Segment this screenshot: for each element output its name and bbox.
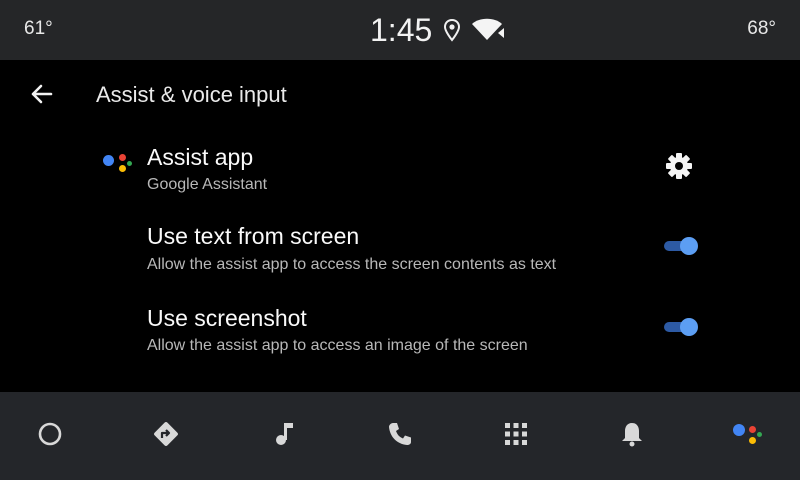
location-icon bbox=[443, 18, 461, 42]
use-text-from-screen-subtitle: Allow the assist app to access the scree… bbox=[147, 256, 557, 273]
use-screenshot-subtitle: Allow the assist app to access an image … bbox=[147, 337, 528, 354]
home-icon bbox=[38, 422, 62, 446]
use-text-from-screen-toggle[interactable] bbox=[660, 235, 700, 257]
apps-grid-icon bbox=[505, 423, 527, 445]
back-button[interactable] bbox=[27, 79, 57, 109]
nav-navigation-button[interactable] bbox=[144, 412, 188, 456]
nav-home-button[interactable] bbox=[28, 412, 72, 456]
use-text-from-screen-title: Use text from screen bbox=[147, 223, 360, 249]
clock: 1:45 bbox=[370, 12, 433, 48]
nav-music-button[interactable] bbox=[262, 412, 306, 456]
google-assistant-icon bbox=[103, 150, 133, 180]
assist-app-settings-button[interactable] bbox=[663, 150, 695, 182]
google-assistant-icon bbox=[733, 422, 763, 448]
arrow-left-icon bbox=[31, 84, 53, 104]
assist-app-title: Assist app bbox=[147, 144, 254, 170]
toggle-thumb bbox=[680, 237, 698, 255]
status-icons bbox=[443, 18, 513, 42]
use-screenshot-title: Use screenshot bbox=[147, 305, 307, 331]
nav-assistant-button[interactable] bbox=[726, 412, 770, 456]
use-screenshot-toggle[interactable] bbox=[660, 316, 700, 338]
phone-icon bbox=[389, 423, 411, 445]
outside-temperature-left[interactable]: 61° bbox=[24, 18, 53, 40]
outside-temperature-right[interactable]: 68° bbox=[747, 18, 776, 40]
notifications-icon bbox=[622, 423, 642, 447]
assist-app-subtitle: Google Assistant bbox=[147, 176, 268, 193]
gear-icon bbox=[666, 153, 692, 179]
nav-notifications-button[interactable] bbox=[610, 412, 654, 456]
toggle-thumb bbox=[680, 318, 698, 336]
app-header: Assist & voice input bbox=[0, 60, 800, 126]
bottom-nav-bar bbox=[0, 392, 800, 480]
status-bar: 61° 1:45 68° bbox=[0, 0, 800, 60]
navigation-icon bbox=[154, 422, 178, 446]
page-title: Assist & voice input bbox=[96, 82, 287, 107]
wifi-icon bbox=[472, 18, 504, 40]
music-icon bbox=[276, 423, 293, 445]
nav-phone-button[interactable] bbox=[378, 412, 422, 456]
nav-apps-button[interactable] bbox=[494, 412, 538, 456]
